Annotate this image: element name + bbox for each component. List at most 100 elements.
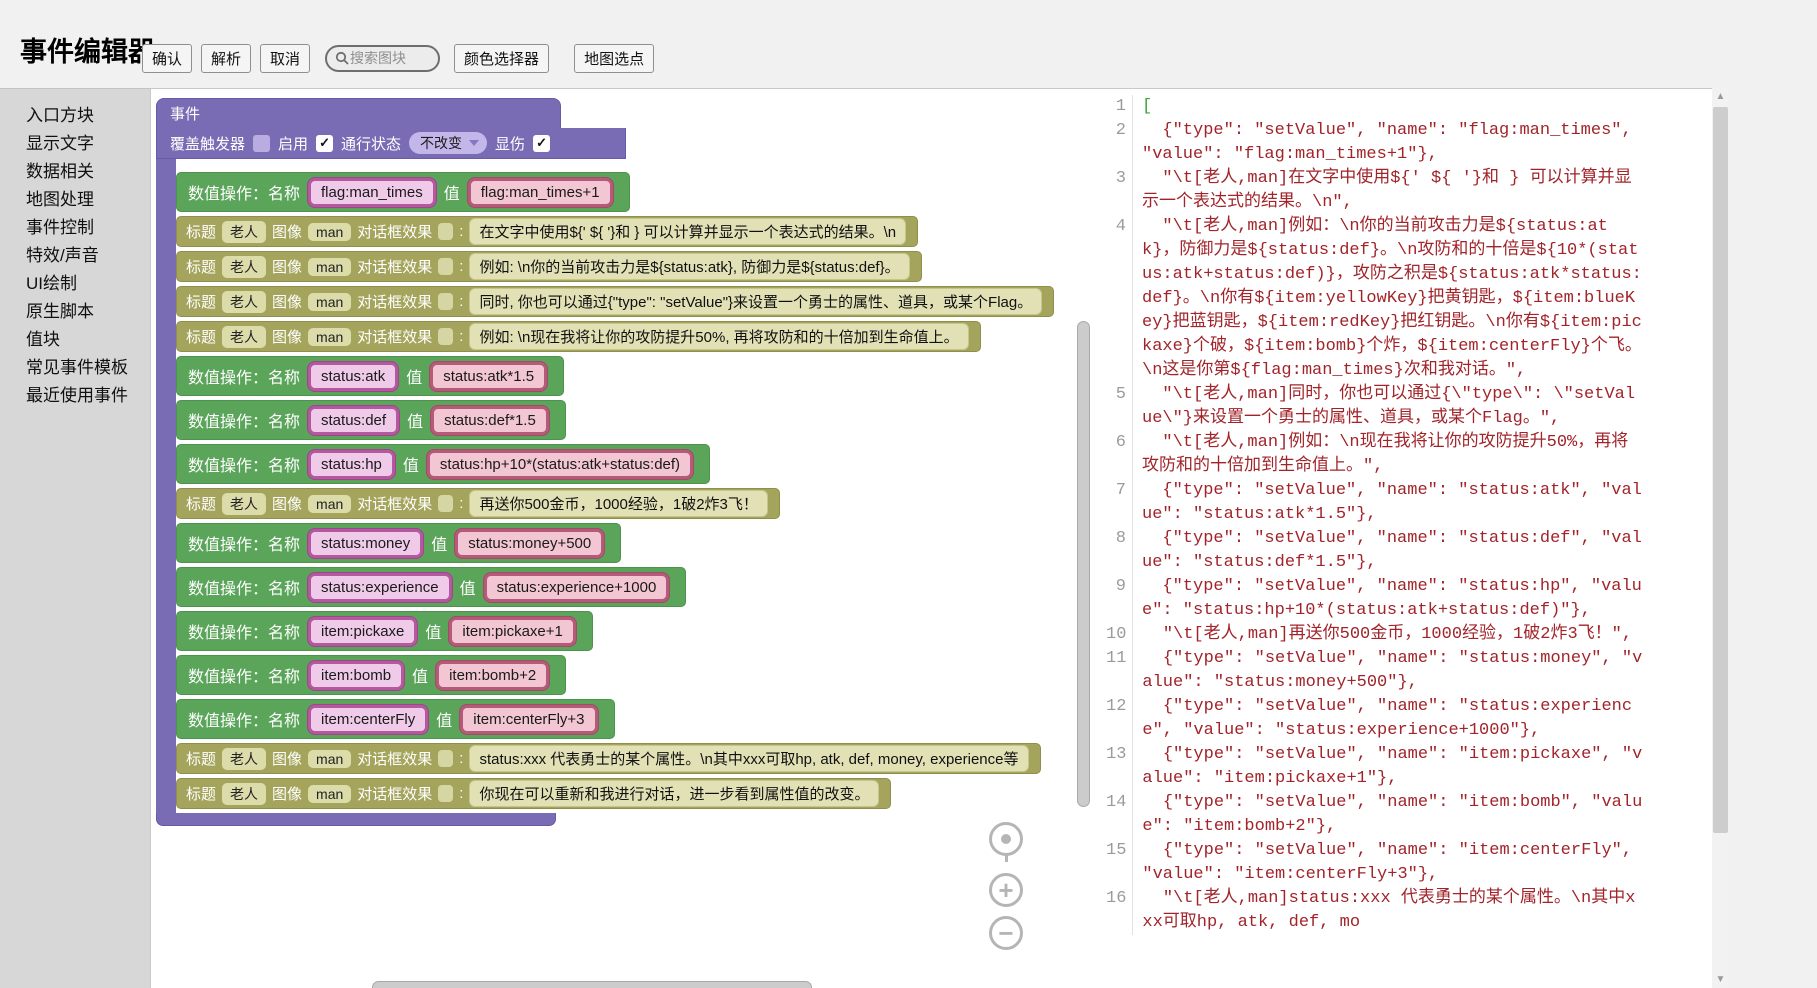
setvalue-block[interactable]: 数值操作：名称 flag:man_times 值 flag:man_times+… — [176, 172, 630, 212]
recenter-button[interactable] — [989, 822, 1023, 856]
line-text[interactable]: [ — [1133, 95, 1152, 119]
code-line[interactable]: 13 {"type": "setValue", "name": "item:pi… — [1106, 743, 1712, 791]
code-line[interactable]: 15 {"type": "setValue", "name": "item:ce… — [1106, 839, 1712, 887]
code-line[interactable]: 4 "\t[老人,man]例如：\n你的当前攻击力是${status:atk}，… — [1106, 215, 1712, 383]
value-slot[interactable]: item:pickaxe+1 — [449, 617, 575, 646]
line-text[interactable]: "\t[老人,man]同时，你也可以通过{\"type\": \"setValu… — [1133, 383, 1645, 431]
line-text[interactable]: "\t[老人,man]例如：\n你的当前攻击力是${status:atk}，防御… — [1133, 215, 1645, 383]
code-line[interactable]: 12 {"type": "setValue", "name": "status:… — [1106, 695, 1712, 743]
event-block-header[interactable]: 事件 — [156, 98, 561, 128]
code-line[interactable]: 10 "\t[老人,man]再送你500金币，1000经验，1破2炸3飞！", — [1106, 623, 1712, 647]
speaker-field[interactable]: 老人 — [222, 221, 266, 243]
editor-scrollbar-thumb[interactable] — [1713, 107, 1728, 833]
value-slot[interactable]: status:hp+10*(status:atk+status:def) — [427, 450, 693, 479]
line-text[interactable]: "\t[老人,man]在文字中使用${' ${ '}和 } 可以计算并显示一个表… — [1133, 167, 1645, 215]
speaker-field[interactable]: 老人 — [222, 493, 266, 515]
sidebar-category[interactable]: 显示文字 — [0, 130, 150, 158]
name-slot[interactable]: item:bomb — [308, 661, 404, 690]
code-line[interactable]: 14 {"type": "setValue", "name": "item:bo… — [1106, 791, 1712, 839]
enable-checkbox[interactable]: ✓ — [316, 135, 333, 152]
block-search-box[interactable] — [325, 45, 440, 72]
dialog-effect-field[interactable] — [438, 785, 453, 802]
line-text[interactable]: {"type": "setValue", "name": "flag:man_t… — [1133, 119, 1645, 167]
setvalue-block[interactable]: 数值操作：名称 item:bomb 值 item:bomb+2 — [176, 655, 566, 695]
value-slot[interactable]: status:money+500 — [455, 529, 604, 558]
sidebar-category[interactable]: 数据相关 — [0, 158, 150, 186]
event-json-editor[interactable]: 1 [ 2 {"type": "setValue", "name": "flag… — [1106, 88, 1712, 988]
dialog-text-field[interactable]: 例如: \n你的当前攻击力是${status:atk}, 防御力是${statu… — [469, 253, 909, 280]
color-picker-button[interactable]: 颜色选择器 — [454, 44, 549, 73]
code-line[interactable]: 8 {"type": "setValue", "name": "status:d… — [1106, 527, 1712, 575]
image-field[interactable]: man — [308, 328, 351, 346]
setvalue-block[interactable]: 数值操作：名称 status:atk 值 status:atk*1.5 — [176, 356, 564, 396]
setvalue-block[interactable]: 数值操作：名称 status:money 值 status:money+500 — [176, 523, 621, 563]
sidebar-category[interactable]: 常见事件模板 — [0, 354, 150, 382]
editor-scrollbar-track[interactable]: ▲ ▼ — [1712, 88, 1729, 988]
code-line[interactable]: 3 "\t[老人,man]在文字中使用${' ${ '}和 } 可以计算并显示一… — [1106, 167, 1712, 215]
line-text[interactable]: "\t[老人,man]例如：\n现在我将让你的攻防提升50%，再将攻防和的十倍加… — [1133, 431, 1645, 479]
speaker-field[interactable]: 老人 — [222, 291, 266, 313]
name-slot[interactable]: item:centerFly — [308, 705, 428, 734]
name-slot[interactable]: status:atk — [308, 362, 398, 391]
line-text[interactable]: {"type": "setValue", "name": "status:exp… — [1133, 695, 1645, 743]
code-line[interactable]: 7 {"type": "setValue", "name": "status:a… — [1106, 479, 1712, 527]
dialog-effect-field[interactable] — [438, 258, 453, 275]
search-input[interactable] — [350, 50, 430, 66]
value-slot[interactable]: status:experience+1000 — [484, 573, 670, 602]
canvas-horizontal-scrollbar[interactable] — [372, 981, 812, 988]
sidebar-category[interactable]: 特效/声音 — [0, 242, 150, 270]
pass-state-dropdown[interactable]: 不改变 — [409, 132, 487, 154]
scroll-down-icon[interactable]: ▼ — [1712, 971, 1729, 988]
code-line[interactable]: 1 [ — [1106, 95, 1712, 119]
zoom-out-button[interactable]: − — [989, 916, 1023, 950]
name-slot[interactable]: status:money — [308, 529, 423, 558]
code-line[interactable]: 5 "\t[老人,man]同时，你也可以通过{\"type\": \"setVa… — [1106, 383, 1712, 431]
sidebar-category[interactable]: 入口方块 — [0, 102, 150, 130]
dialog-text-field[interactable]: 同时, 你也可以通过{"type": "setValue"}来设置一个勇士的属性… — [469, 288, 1042, 315]
value-slot[interactable]: item:centerFly+3 — [460, 705, 597, 734]
zoom-in-button[interactable]: + — [989, 873, 1023, 907]
name-slot[interactable]: status:hp — [308, 450, 395, 479]
cancel-button[interactable]: 取消 — [260, 44, 310, 73]
sidebar-category[interactable]: UI绘制 — [0, 270, 150, 298]
event-container-block[interactable]: 事件 覆盖触发器 启用 ✓ 通行状态 不改变 显伤 ✓ 数值操作：名称 flag… — [156, 98, 1054, 826]
setvalue-block[interactable]: 数值操作：名称 status:def 值 status:def*1.5 — [176, 400, 566, 440]
dialog-title-block[interactable]: 标题 老人 图像 man 对话框效果 : 你现在可以重新和我进行对话，进一步看到… — [176, 778, 891, 809]
line-text[interactable]: {"type": "setValue", "name": "item:picka… — [1133, 743, 1645, 791]
name-slot[interactable]: status:def — [308, 406, 399, 435]
name-slot[interactable]: status:experience — [308, 573, 452, 602]
dialog-text-field[interactable]: 在文字中使用${' ${ '}和 } 可以计算并显示一个表达式的结果。\n — [469, 218, 906, 245]
dialog-effect-field[interactable] — [438, 328, 453, 345]
sidebar-category[interactable]: 事件控制 — [0, 214, 150, 242]
dialog-text-field[interactable]: 再送你500金币，1000经验，1破2炸3飞！ — [469, 490, 767, 517]
value-slot[interactable]: item:bomb+2 — [436, 661, 549, 690]
image-field[interactable]: man — [308, 223, 351, 241]
speaker-field[interactable]: 老人 — [222, 783, 266, 805]
line-text[interactable]: {"type": "setValue", "name": "status:hp"… — [1133, 575, 1645, 623]
code-line[interactable]: 9 {"type": "setValue", "name": "status:h… — [1106, 575, 1712, 623]
line-text[interactable]: {"type": "setValue", "name": "status:atk… — [1133, 479, 1645, 527]
setvalue-block[interactable]: 数值操作：名称 status:hp 值 status:hp+10*(status… — [176, 444, 710, 484]
line-text[interactable]: "\t[老人,man]再送你500金币，1000经验，1破2炸3飞！", — [1133, 623, 1632, 647]
map-pick-button[interactable]: 地图选点 — [574, 44, 654, 73]
sidebar-category[interactable]: 值块 — [0, 326, 150, 354]
line-text[interactable]: "\t[老人,man]status:xxx 代表勇士的某个属性。\n其中xxx可… — [1133, 887, 1645, 935]
setvalue-block[interactable]: 数值操作：名称 item:pickaxe 值 item:pickaxe+1 — [176, 611, 593, 651]
code-line[interactable]: 2 {"type": "setValue", "name": "flag:man… — [1106, 119, 1712, 167]
code-line[interactable]: 6 "\t[老人,man]例如：\n现在我将让你的攻防提升50%，再将攻防和的十… — [1106, 431, 1712, 479]
dialog-text-field[interactable]: 你现在可以重新和我进行对话，进一步看到属性值的改变。 — [469, 780, 879, 807]
image-field[interactable]: man — [308, 293, 351, 311]
code-line[interactable]: 16 "\t[老人,man]status:xxx 代表勇士的某个属性。\n其中x… — [1106, 887, 1712, 935]
dialog-effect-field[interactable] — [438, 495, 453, 512]
dialog-title-block[interactable]: 标题 老人 图像 man 对话框效果 : 例如: \n现在我将让你的攻防提升50… — [176, 321, 981, 352]
dialog-effect-field[interactable] — [438, 293, 453, 310]
sidebar-category[interactable]: 最近使用事件 — [0, 382, 150, 410]
sidebar-category[interactable]: 地图处理 — [0, 186, 150, 214]
canvas-vertical-scrollbar[interactable] — [1077, 321, 1090, 807]
dialog-title-block[interactable]: 标题 老人 图像 man 对话框效果 : 在文字中使用${' ${ '}和 } … — [176, 216, 918, 247]
line-text[interactable]: {"type": "setValue", "name": "status:mon… — [1133, 647, 1645, 695]
dialog-title-block[interactable]: 标题 老人 图像 man 对话框效果 : 再送你500金币，1000经验，1破2… — [176, 488, 780, 519]
image-field[interactable]: man — [308, 750, 351, 768]
dialog-effect-field[interactable] — [438, 223, 453, 240]
value-slot[interactable]: status:def*1.5 — [431, 406, 549, 435]
